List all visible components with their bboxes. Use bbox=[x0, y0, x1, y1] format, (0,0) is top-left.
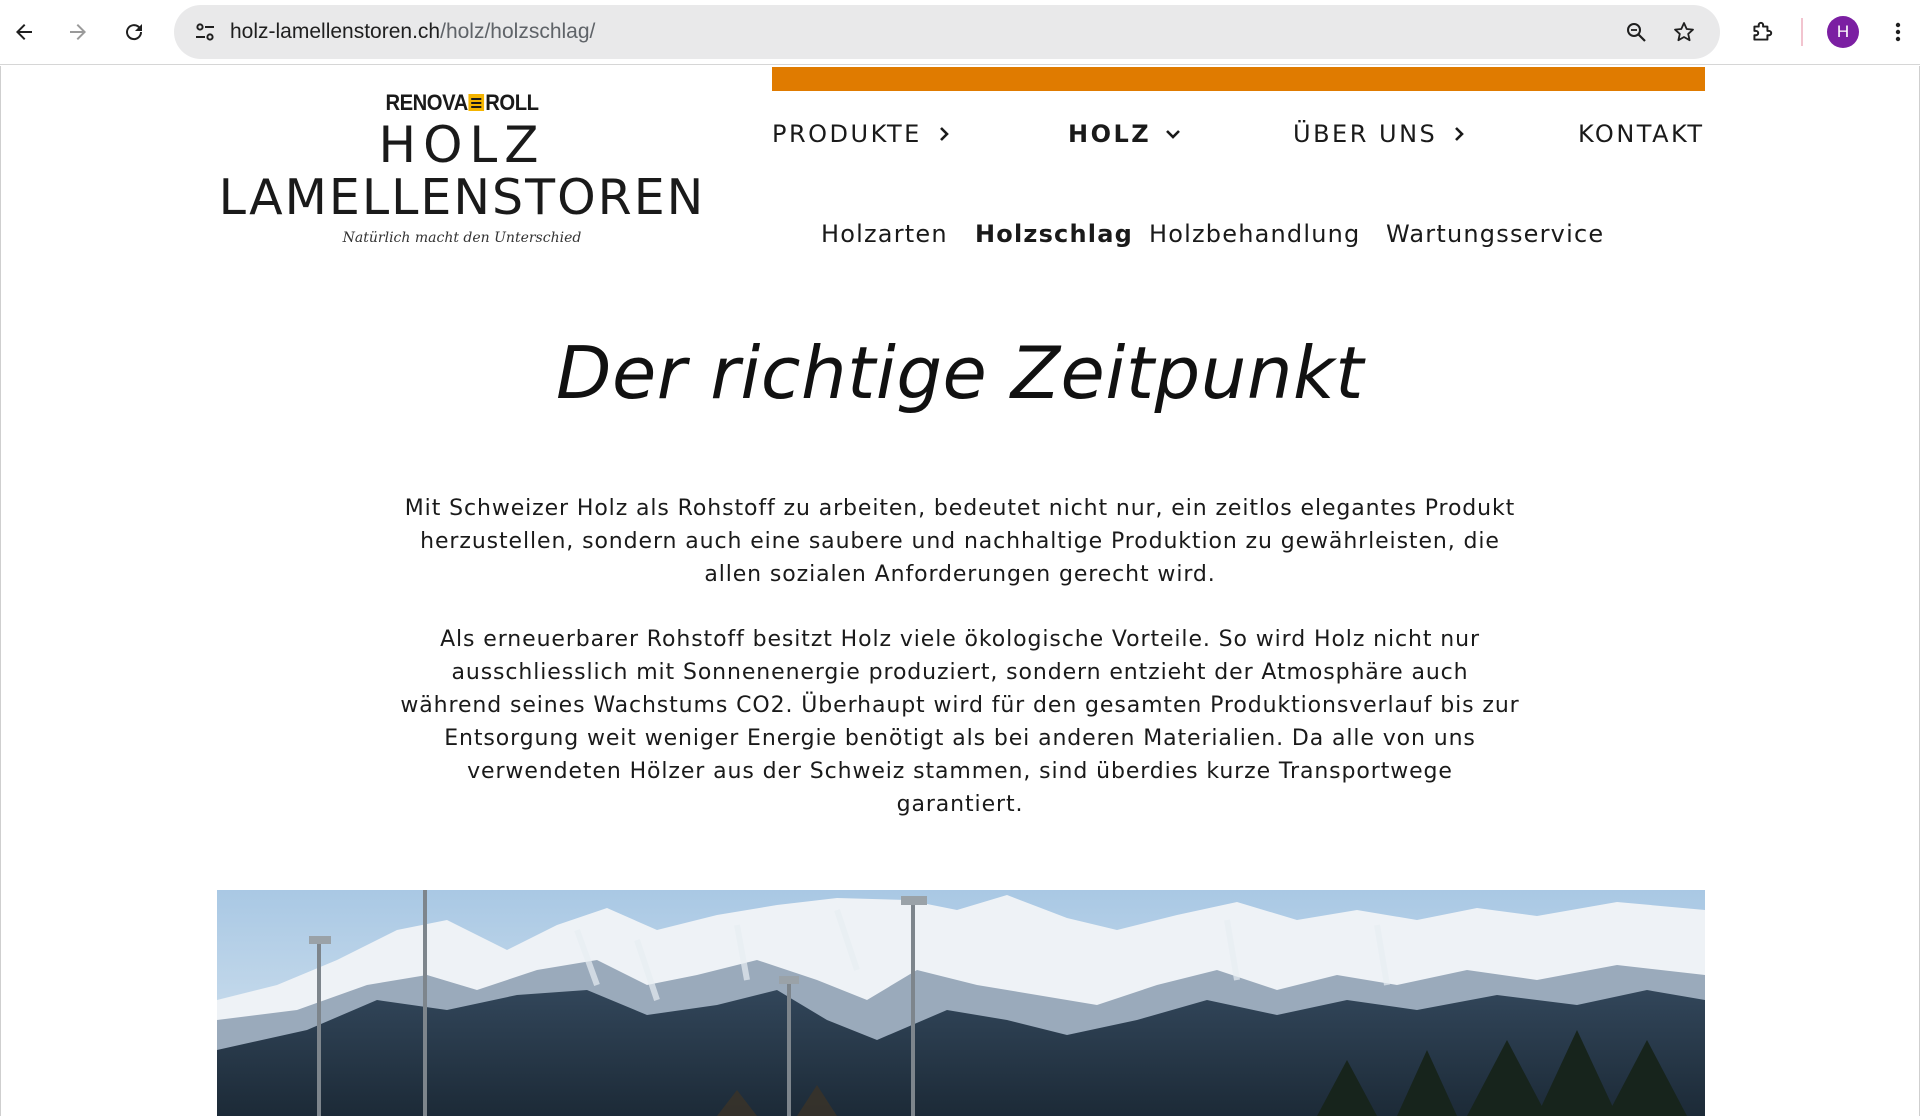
nav-ueber-uns[interactable]: ÜBER UNS bbox=[1293, 120, 1467, 148]
logo-line-2: LAMELLENSTOREN bbox=[218, 169, 706, 226]
zoom-button[interactable] bbox=[1618, 14, 1654, 50]
site-settings-icon bbox=[196, 23, 214, 41]
url-host: holz-lamellenstoren.ch bbox=[230, 20, 441, 43]
logo-brand: RENOVA ROLL bbox=[234, 90, 690, 116]
back-button[interactable] bbox=[4, 12, 44, 52]
url-path: /holz/holzschlag/ bbox=[440, 20, 596, 43]
site-settings-button[interactable] bbox=[186, 13, 224, 51]
browser-toolbar: holz-lamellenstoren.ch/holz/holzschlag/ … bbox=[0, 0, 1920, 65]
forward-icon bbox=[70, 24, 86, 40]
url-text[interactable]: holz-lamellenstoren.ch/holz/holzschlag/ bbox=[230, 19, 595, 45]
mountain-landscape-image bbox=[217, 890, 1705, 1116]
subnav-holzschlag[interactable]: Holzschlag bbox=[975, 220, 1133, 248]
body-paragraph: Als erneuerbarer Rohstoff besitzt Holz v… bbox=[400, 627, 1520, 817]
subnav-wartungsservice[interactable]: Wartungsservice bbox=[1386, 220, 1604, 248]
logo-tagline: Natürlich macht den Unterschied bbox=[342, 230, 582, 246]
intro-paragraph: Mit Schweizer Holz als Rohstoff zu arbei… bbox=[404, 496, 1516, 587]
subnav-holzarten[interactable]: Holzarten bbox=[821, 220, 948, 248]
chevron-right-icon bbox=[939, 127, 949, 141]
browser-menu-button[interactable] bbox=[1880, 12, 1916, 52]
logo-brand-right: ROLL bbox=[485, 90, 539, 115]
nav-holz[interactable]: HOLZ bbox=[1068, 120, 1181, 148]
reload-button[interactable] bbox=[114, 12, 154, 52]
subnav-holzbehandlung[interactable]: Holzbehandlung bbox=[1149, 220, 1360, 248]
web-page: RENOVA ROLL HOLZ LAMELLENSTOREN Natürlich… bbox=[0, 66, 1920, 1116]
nav-ueber-uns-label: ÜBER UNS bbox=[1293, 120, 1438, 148]
nav-holz-label: HOLZ bbox=[1068, 120, 1152, 148]
reload-icon bbox=[126, 24, 143, 41]
logo-brand-left: RENOVA bbox=[385, 90, 468, 115]
back-icon bbox=[16, 24, 32, 40]
site-logo[interactable]: RENOVA ROLL HOLZ LAMELLENSTOREN Natürlich… bbox=[214, 90, 710, 250]
nav-kontakt[interactable]: KONTAKT bbox=[1578, 120, 1705, 148]
address-bar[interactable]: holz-lamellenstoren.ch/holz/holzschlag/ bbox=[174, 5, 1720, 59]
brand-mark-icon bbox=[468, 94, 485, 111]
extensions-button[interactable] bbox=[1742, 12, 1782, 52]
extensions-icon bbox=[1753, 21, 1773, 41]
chevron-right-icon bbox=[1455, 127, 1465, 141]
nav-kontakt-label: KONTAKT bbox=[1578, 120, 1705, 148]
nav-produkte[interactable]: PRODUKTE bbox=[772, 120, 952, 148]
nav-produkte-label: PRODUKTE bbox=[772, 120, 922, 148]
kebab-menu-icon bbox=[1895, 22, 1901, 42]
page-title: Der richtige Zeitpunkt bbox=[556, 331, 1364, 415]
star-icon bbox=[1674, 22, 1694, 42]
chevron-down-icon bbox=[1166, 130, 1181, 139]
bookmark-button[interactable] bbox=[1666, 14, 1702, 50]
profile-avatar[interactable]: H bbox=[1827, 16, 1859, 48]
accent-bar bbox=[772, 67, 1705, 91]
toolbar-divider bbox=[1801, 18, 1803, 46]
zoom-icon bbox=[1627, 23, 1646, 42]
forward-button[interactable] bbox=[58, 12, 98, 52]
logo-line-1: HOLZ bbox=[378, 116, 546, 174]
